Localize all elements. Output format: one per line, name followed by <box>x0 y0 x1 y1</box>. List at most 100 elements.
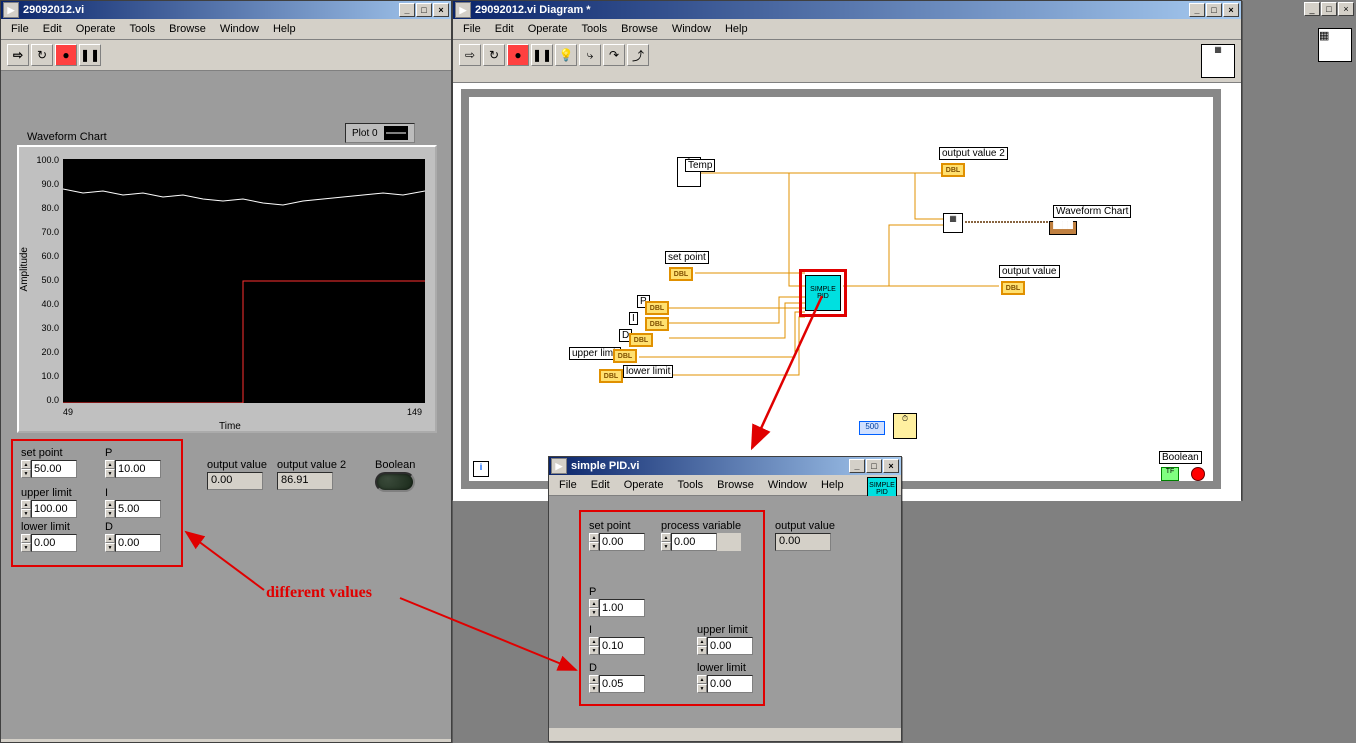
pid-subvi[interactable]: SIMPLE PID <box>805 275 841 311</box>
menu-tools[interactable]: Tools <box>123 21 161 37</box>
lower-terminal[interactable]: DBL <box>599 369 623 383</box>
pid-text: SIMPLE PID <box>806 286 840 300</box>
while-loop[interactable]: 🌡 Temp output value 2 DBL ▦ Waveform Cha… <box>461 89 1221 489</box>
ytick: 100.0 <box>29 155 59 165</box>
menu-browse[interactable]: Browse <box>711 477 760 493</box>
menu-help[interactable]: Help <box>267 21 302 37</box>
wait-ms-node[interactable]: ⏱ <box>893 413 917 439</box>
pid-titlebar[interactable]: ▶ simple PID.vi _ □ × <box>549 457 901 475</box>
fp-toolbar: ⇨ ↻ ● ❚❚ <box>1 40 451 71</box>
close-button[interactable]: × <box>433 3 449 17</box>
close-button[interactable]: × <box>1223 3 1239 17</box>
boolean-terminal[interactable]: TF <box>1161 467 1179 481</box>
lower-bd-label: lower limit <box>623 365 673 378</box>
x-axis-label: Time <box>219 421 241 432</box>
ytick: 50.0 <box>29 275 59 285</box>
chart-label: Waveform Chart <box>1053 205 1131 218</box>
maximize-button[interactable]: □ <box>866 459 882 473</box>
loop-stop-condition[interactable] <box>1191 467 1205 481</box>
bd-titlebar[interactable]: ▶ 29092012.vi Diagram * _ □ × <box>453 1 1241 19</box>
menu-operate[interactable]: Operate <box>522 21 574 37</box>
menu-tools[interactable]: Tools <box>575 21 613 37</box>
outputvalue-label: output value <box>207 459 267 471</box>
menu-browse[interactable]: Browse <box>163 21 212 37</box>
annotation-box-pid <box>579 510 765 706</box>
minimize-button[interactable]: _ <box>399 3 415 17</box>
build-array-node[interactable]: ▦ <box>943 213 963 233</box>
setpoint-terminal[interactable]: DBL <box>669 267 693 281</box>
ytick: 90.0 <box>29 179 59 189</box>
vi-icon[interactable]: ▦ <box>1201 44 1235 78</box>
front-panel-window: ▶ 29092012.vi _ □ × File Edit Operate To… <box>0 0 452 743</box>
minimize-button[interactable]: _ <box>1189 3 1205 17</box>
menu-help[interactable]: Help <box>719 21 754 37</box>
run-button[interactable]: ⇨ <box>7 44 29 66</box>
maximize-button[interactable]: □ <box>416 3 432 17</box>
xtick-min: 49 <box>63 407 73 417</box>
step-over-button[interactable]: ↷ <box>603 44 625 66</box>
highlight-button[interactable]: 💡 <box>555 44 577 66</box>
run-continuous-button[interactable]: ↻ <box>31 44 53 66</box>
parent-close[interactable]: × <box>1338 2 1354 16</box>
menu-window[interactable]: Window <box>666 21 717 37</box>
menu-operate[interactable]: Operate <box>618 477 670 493</box>
menu-file[interactable]: File <box>553 477 583 493</box>
menu-file[interactable]: File <box>5 21 35 37</box>
output-value-2-terminal[interactable]: DBL <box>941 163 965 177</box>
upper-terminal[interactable]: DBL <box>613 349 637 363</box>
waveform-chart[interactable]: Amplitude 0.0 10.0 20.0 30.0 40.0 50.0 6… <box>17 145 437 433</box>
output-value-terminal[interactable]: DBL <box>1001 281 1025 295</box>
I-terminal[interactable]: DBL <box>645 317 669 331</box>
D-terminal[interactable]: DBL <box>629 333 653 347</box>
chart-legend[interactable]: Plot 0 <box>345 123 415 143</box>
pid-client: set point ▲▼ process variable ▲▼ output … <box>549 496 901 728</box>
I-bd-label: I <box>629 312 638 325</box>
menu-help[interactable]: Help <box>815 477 850 493</box>
pid-title: simple PID.vi <box>571 460 639 472</box>
annotation-text: different values <box>266 584 372 602</box>
waveform-chart-terminal[interactable]: ████ <box>1049 221 1077 235</box>
menu-window[interactable]: Window <box>214 21 265 37</box>
menu-edit[interactable]: Edit <box>585 477 616 493</box>
boolean-label: Boolean <box>375 459 415 471</box>
outputvalue-indicator: 0.00 <box>207 472 263 490</box>
annotation-box-fp <box>11 439 183 567</box>
labview-icon: ▶ <box>3 2 19 18</box>
pid-window: ▶ simple PID.vi _ □ × File Edit Operate … <box>548 456 902 742</box>
menu-edit[interactable]: Edit <box>489 21 520 37</box>
menu-operate[interactable]: Operate <box>70 21 122 37</box>
abort-button[interactable]: ● <box>507 44 529 66</box>
plot-area <box>63 159 425 403</box>
menu-edit[interactable]: Edit <box>37 21 68 37</box>
minimize-button[interactable]: _ <box>849 459 865 473</box>
ytick: 70.0 <box>29 227 59 237</box>
ytick: 30.0 <box>29 323 59 333</box>
pid-ov-indicator: 0.00 <box>775 533 831 551</box>
parent-maximize[interactable]: □ <box>1321 2 1337 16</box>
menu-window[interactable]: Window <box>762 477 813 493</box>
legend-sample <box>384 126 408 140</box>
iteration-terminal[interactable]: i <box>473 461 489 477</box>
menu-file[interactable]: File <box>457 21 487 37</box>
pid-menubar: File Edit Operate Tools Browse Window He… <box>549 475 901 496</box>
run-button[interactable]: ⇨ <box>459 44 481 66</box>
delay-constant[interactable]: 500 <box>859 421 885 435</box>
ov-label: output value <box>999 265 1060 278</box>
menu-browse[interactable]: Browse <box>615 21 664 37</box>
menu-tools[interactable]: Tools <box>671 477 709 493</box>
P-terminal[interactable]: DBL <box>645 301 669 315</box>
parent-minimize[interactable]: _ <box>1304 2 1320 16</box>
pause-button[interactable]: ❚❚ <box>531 44 553 66</box>
abort-button[interactable]: ● <box>55 44 77 66</box>
step-out-button[interactable]: ⤴ <box>627 44 649 66</box>
run-continuous-button[interactable]: ↻ <box>483 44 505 66</box>
boolean-switch[interactable] <box>375 472 415 492</box>
ytick: 60.0 <box>29 251 59 261</box>
step-into-button[interactable]: ⤷ <box>579 44 601 66</box>
fp-titlebar[interactable]: ▶ 29092012.vi _ □ × <box>1 1 451 19</box>
maximize-button[interactable]: □ <box>1206 3 1222 17</box>
parent-vi-icon[interactable]: ▦ <box>1318 28 1352 62</box>
close-button[interactable]: × <box>883 459 899 473</box>
pause-button[interactable]: ❚❚ <box>79 44 101 66</box>
outputvalue2-indicator: 86.91 <box>277 472 333 490</box>
